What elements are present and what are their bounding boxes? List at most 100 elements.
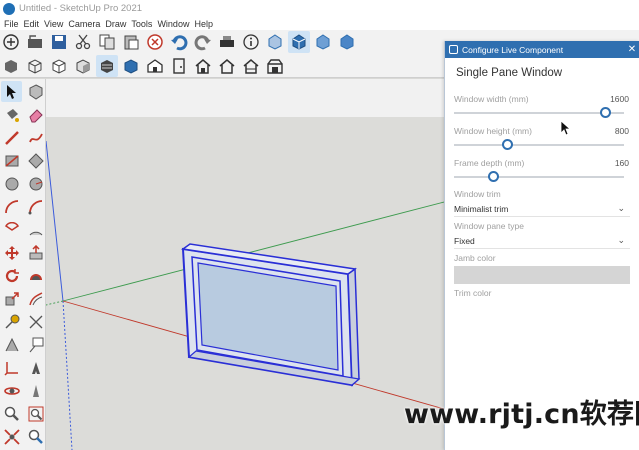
xray-button[interactable] <box>0 55 22 77</box>
arc-tool[interactable] <box>1 196 22 217</box>
frame-depth-field: Frame depth (mm) 160 <box>454 157 630 185</box>
menu-tools[interactable]: Tools <box>131 19 152 29</box>
zoom-window-tool[interactable] <box>25 403 46 424</box>
monochrome-button[interactable] <box>120 55 142 77</box>
frame-depth-value[interactable]: 160 <box>615 158 629 168</box>
pie-icon <box>4 221 19 231</box>
dimension-tool[interactable] <box>25 311 46 332</box>
section-button[interactable] <box>144 55 166 77</box>
view-right-button[interactable] <box>336 31 358 53</box>
pie-tool[interactable] <box>1 219 22 240</box>
house-button[interactable] <box>192 55 214 77</box>
tape-measure-tool[interactable] <box>1 311 22 332</box>
3d-text-tool[interactable] <box>25 357 46 378</box>
position-camera-icon <box>28 429 43 444</box>
view-iso-button[interactable] <box>288 31 310 53</box>
move-icon <box>4 245 19 260</box>
paint-bucket-tool[interactable] <box>1 104 22 125</box>
close-icon[interactable]: ✕ <box>625 44 639 55</box>
offset-tool[interactable] <box>25 288 46 309</box>
save-icon <box>52 35 66 49</box>
polygon-tool[interactable] <box>25 173 46 194</box>
view-top-icon <box>268 34 282 50</box>
menu-camera[interactable]: Camera <box>68 19 100 29</box>
window-trim-select[interactable]: Minimalist trim ⌄ <box>454 201 630 217</box>
wireframe-icon <box>28 58 42 74</box>
save-button[interactable] <box>48 31 70 53</box>
frame-depth-slider[interactable] <box>454 169 630 185</box>
green-axis-dashed <box>46 300 64 306</box>
window-pane-type-select[interactable]: Fixed ⌄ <box>454 233 630 249</box>
copy-button[interactable] <box>96 31 118 53</box>
window-height-field: Window height (mm) 800 <box>454 125 630 153</box>
hidden-line-button[interactable] <box>48 55 70 77</box>
shaded-button[interactable] <box>72 55 94 77</box>
warehouse-button[interactable] <box>264 55 286 77</box>
orbit-tool[interactable] <box>1 380 22 401</box>
open-button[interactable] <box>24 31 46 53</box>
zoom-tool[interactable] <box>1 403 22 424</box>
wireframe-button[interactable] <box>24 55 46 77</box>
cut-button[interactable] <box>72 31 94 53</box>
rotate-tool[interactable] <box>1 265 22 286</box>
menu-view[interactable]: View <box>44 19 63 29</box>
freehand-tool[interactable] <box>25 127 46 148</box>
house2-button[interactable] <box>240 55 262 77</box>
print-button[interactable] <box>216 31 238 53</box>
redo-button[interactable] <box>192 31 214 53</box>
arc2-tool[interactable] <box>25 196 46 217</box>
house-outline-button[interactable] <box>216 55 238 77</box>
shaded-textures-button[interactable] <box>96 54 118 77</box>
slider-thumb[interactable] <box>600 107 612 118</box>
menu-file[interactable]: File <box>4 19 19 29</box>
erase-button[interactable] <box>144 31 166 53</box>
blue-axis-dashed <box>62 300 73 450</box>
window-width-value[interactable]: 1600 <box>610 94 629 104</box>
select-tool[interactable] <box>1 81 22 102</box>
scale-tool[interactable] <box>1 288 22 309</box>
text-tool[interactable] <box>25 334 46 355</box>
window-model[interactable] <box>181 243 361 387</box>
window-height-value[interactable]: 800 <box>615 126 629 136</box>
view-front-button[interactable] <box>312 31 334 53</box>
dimension-icon <box>29 315 42 328</box>
line-tool[interactable] <box>1 127 22 148</box>
undo-button[interactable] <box>168 31 190 53</box>
arc3-tool[interactable] <box>25 219 46 240</box>
follow-me-tool[interactable] <box>25 265 46 286</box>
window-height-slider[interactable] <box>454 137 630 153</box>
menu-draw[interactable]: Draw <box>105 19 126 29</box>
freehand-icon <box>28 133 43 142</box>
panel-header[interactable]: Configure Live Component ✕ <box>445 41 639 58</box>
view-top-button[interactable] <box>264 31 286 53</box>
move-tool[interactable] <box>1 242 22 263</box>
paste-button[interactable] <box>120 31 142 53</box>
eraser-tool[interactable] <box>25 104 46 125</box>
trim-color-label: Trim color <box>454 288 492 298</box>
zoom-extents-tool[interactable] <box>1 426 22 447</box>
model-info-button[interactable] <box>240 31 262 53</box>
menu-window[interactable]: Window <box>157 19 189 29</box>
door-button[interactable] <box>168 55 190 77</box>
axes-tool[interactable] <box>1 357 22 378</box>
rectangle-tool[interactable] <box>1 150 22 171</box>
menu-edit[interactable]: Edit <box>24 19 40 29</box>
walk-icon <box>32 384 39 397</box>
new-button[interactable] <box>0 31 22 53</box>
model-viewport[interactable] <box>46 79 444 450</box>
protractor-tool[interactable] <box>1 334 22 355</box>
jamb-color-swatch[interactable] <box>454 266 630 284</box>
menu-help[interactable]: Help <box>194 19 213 29</box>
walk-tool[interactable] <box>25 380 46 401</box>
push-pull-tool[interactable] <box>25 242 46 263</box>
circle-tool[interactable] <box>1 173 22 194</box>
window-width-slider[interactable] <box>454 105 630 121</box>
axes-icon <box>3 361 18 376</box>
make-component-tool[interactable] <box>25 81 46 102</box>
blue-axis <box>46 140 64 302</box>
paste-icon <box>124 35 139 50</box>
slider-thumb[interactable] <box>501 139 513 150</box>
rotated-rectangle-tool[interactable] <box>25 150 46 171</box>
position-camera-tool[interactable] <box>25 426 46 447</box>
slider-thumb[interactable] <box>487 171 499 182</box>
